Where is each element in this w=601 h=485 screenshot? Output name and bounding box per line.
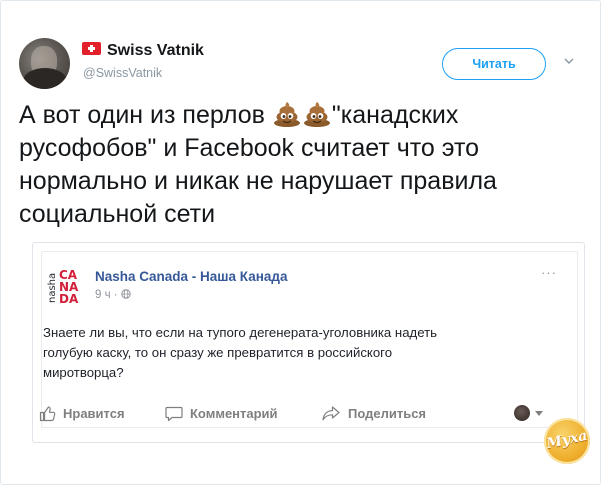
like-button[interactable]: Нравится bbox=[39, 401, 125, 425]
nasha-canada-logo[interactable]: nasha CA NA DA bbox=[45, 266, 91, 304]
pile-of-poo-emoji-icon bbox=[303, 102, 330, 127]
tweet-text-line: нормально и никак не нарушает правила bbox=[19, 167, 497, 195]
pile-of-poo-emoji-icon bbox=[273, 102, 300, 127]
follow-button[interactable]: Читать bbox=[442, 48, 546, 80]
post-page-name[interactable]: Nasha Canada - Наша Канада bbox=[95, 269, 287, 284]
swiss-flag-icon bbox=[82, 42, 101, 55]
globe-icon bbox=[121, 289, 131, 299]
post-text-line: Знаете ли вы, что если на тупого дегенер… bbox=[43, 325, 438, 340]
post-time-text[interactable]: 9 ч · bbox=[95, 289, 121, 301]
post-text: Знаете ли вы, что если на тупого дегенер… bbox=[43, 323, 563, 383]
user-handle[interactable]: @SwissVatnik bbox=[83, 66, 162, 80]
thumbs-up-icon bbox=[39, 405, 56, 421]
viewer-avatar bbox=[514, 405, 530, 421]
display-name[interactable]: Swiss Vatnik bbox=[107, 42, 204, 60]
post-actions: Нравится Комментарий Поделиться bbox=[39, 401, 559, 425]
tweet-text-line: "канадских bbox=[331, 101, 459, 129]
tweet-text-line: русофобов" и Facebook считает что это bbox=[19, 134, 480, 162]
svg-text:nasha: nasha bbox=[47, 273, 58, 303]
tweet-text: А вот один из перлов "канадских русофобо… bbox=[19, 99, 584, 231]
caret-down-icon bbox=[535, 410, 543, 416]
watermark-text: Муха bbox=[545, 427, 589, 453]
share-label: Поделиться bbox=[348, 405, 427, 421]
share-button[interactable]: Поделиться bbox=[321, 401, 426, 425]
tweet-text-line: социальной сети bbox=[19, 200, 216, 228]
tweet-card: Swiss Vatnik @SwissVatnik Читать А вот о… bbox=[0, 0, 601, 485]
comment-label: Комментарий bbox=[190, 405, 278, 421]
tweet-text-line: А вот один из перлов bbox=[19, 101, 265, 129]
muha-watermark-logo: Муха bbox=[544, 418, 590, 464]
user-avatar[interactable] bbox=[19, 38, 70, 89]
svg-text:DA: DA bbox=[59, 292, 79, 304]
comment-button[interactable]: Комментарий bbox=[165, 401, 278, 425]
reaction-identity-selector[interactable] bbox=[514, 401, 543, 425]
more-options-icon[interactable]: ··· bbox=[541, 265, 557, 280]
like-label: Нравится bbox=[63, 405, 125, 421]
post-text-line: миротворца? bbox=[43, 365, 124, 380]
chevron-down-icon[interactable] bbox=[564, 56, 574, 66]
post-text-line: голубую каску, то он сразу же превратитс… bbox=[43, 345, 393, 360]
comment-bubble-icon bbox=[165, 406, 183, 421]
share-arrow-icon bbox=[322, 405, 340, 420]
post-timestamp[interactable]: 9 ч · bbox=[95, 289, 131, 301]
